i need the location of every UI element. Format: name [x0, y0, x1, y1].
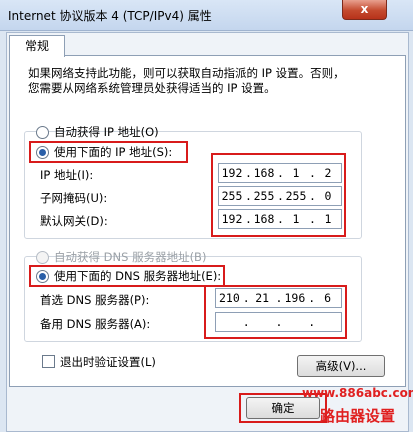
advanced-button[interactable]: 高级(V)... [297, 355, 385, 377]
description-text: 如果网络支持此功能，则可以获取自动指派的 IP 设置。否则， 您需要从网络系统管… [28, 66, 345, 95]
auto-ip-label: 自动获得 IP 地址(O) [54, 125, 159, 139]
title-bar: Internet 协议版本 4 (TCP/IPv4) 属性 x [0, 0, 413, 31]
subnet-mask-label: 子网掩码(U): [40, 191, 108, 205]
auto-dns-label: 自动获得 DNS 服务器地址(B) [54, 250, 207, 264]
window-title: Internet 协议版本 4 (TCP/IPv4) 属性 [8, 9, 212, 23]
ip-address-label: IP 地址(I): [40, 168, 94, 182]
auto-ip-radio[interactable] [36, 126, 49, 139]
watermark-url: www.886abc.com [302, 386, 413, 400]
dns-fields-highlight [204, 285, 347, 339]
validate-settings-checkbox[interactable] [42, 355, 55, 368]
close-button[interactable]: x [342, 0, 387, 20]
validate-settings-label: 退出时验证设置(L) [60, 355, 156, 369]
alternate-dns-label: 备用 DNS 服务器(A): [40, 317, 151, 331]
ip-fields-highlight [211, 153, 346, 237]
watermark-text: 路由器设置 [320, 407, 396, 425]
auto-dns-radio[interactable] [36, 251, 49, 264]
tab-general[interactable]: 常规 [9, 35, 65, 57]
manual-ip-highlight [29, 141, 188, 163]
preferred-dns-label: 首选 DNS 服务器(P): [40, 293, 150, 307]
default-gateway-label: 默认网关(D): [40, 214, 108, 228]
manual-dns-highlight [29, 265, 225, 287]
